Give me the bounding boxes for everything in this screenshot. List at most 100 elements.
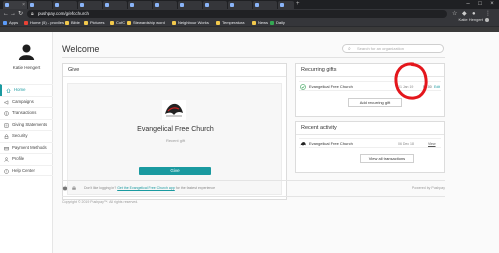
view-all-transactions-button[interactable]: View all transactions <box>360 154 414 163</box>
megaphone-icon <box>4 99 9 105</box>
apps-icon <box>3 20 7 25</box>
edit-recurring-link[interactable]: Edit <box>434 84 440 90</box>
give-card-title: Give <box>68 67 80 73</box>
document-icon <box>4 123 9 127</box>
browser-tab[interactable] <box>128 1 152 9</box>
close-icon[interactable]: × <box>22 2 25 8</box>
divider <box>62 180 445 181</box>
forward-icon[interactable]: → <box>10 10 16 18</box>
sidebar-item-giving-statements[interactable]: Giving Statements <box>0 118 53 131</box>
sidebar-item-security[interactable]: Security <box>0 130 53 142</box>
sidebar-item-label: Giving Statements <box>12 121 48 127</box>
activity-card-title: Recent activity <box>301 125 337 131</box>
main-content: Welcome ⌕ Search for an organization Giv… <box>53 32 499 253</box>
tab-favicon <box>30 3 34 7</box>
bookmark-item[interactable]: CofC <box>110 20 125 26</box>
bookmark-favicon-icon <box>24 20 28 25</box>
list-item[interactable]: Evangelical Free Church 06 Dec 18 View <box>299 138 441 148</box>
minimize-icon[interactable]: – <box>462 0 474 9</box>
lock-icon <box>4 134 9 139</box>
bookmark-item[interactable]: Daily <box>270 20 285 26</box>
bookmark-item[interactable]: Pictures <box>84 20 104 26</box>
sidebar-item-transactions[interactable]: $ Transactions <box>0 107 53 119</box>
profile-avatar-icon <box>18 44 35 60</box>
bookmark-item[interactable]: Bible <box>65 20 80 26</box>
reload-icon[interactable]: ↻ <box>18 10 23 18</box>
bookmark-item[interactable]: Temperatura <box>216 20 244 26</box>
search-placeholder: Search for an organization <box>357 46 404 51</box>
avatar <box>485 17 489 22</box>
lock-icon: 🔒︎ <box>31 11 34 17</box>
star-icon[interactable]: ☆ <box>452 10 457 18</box>
tab-favicon <box>130 3 134 7</box>
sidebar-item-help-center[interactable]: ? Help Center <box>0 164 53 176</box>
search-icon: ⌕ <box>348 46 351 52</box>
address-bar[interactable]: 🔒︎ pushpay.com/g/efcchurch <box>27 10 447 18</box>
browser-tab[interactable] <box>253 1 277 9</box>
dollar-icon: $ <box>4 111 9 116</box>
bookmark-item[interactable]: Neighbour Works <box>172 20 209 26</box>
browser-tab[interactable] <box>28 1 52 9</box>
sidebar-item-label: Campaigns <box>12 98 34 104</box>
bookmark-apps[interactable]: Apps <box>3 20 18 26</box>
folder-icon <box>84 20 88 25</box>
new-tab-icon[interactable]: + <box>296 1 300 8</box>
address-url[interactable]: pushpay.com/g/efcchurch <box>38 11 89 17</box>
sidebar-item-campaigns[interactable]: Campaigns <box>0 95 53 108</box>
tab-favicon <box>205 3 209 7</box>
tab-favicon <box>280 3 284 7</box>
divider <box>63 76 286 77</box>
apple-icon[interactable] <box>62 185 68 191</box>
window-close-icon[interactable]: × <box>486 0 498 9</box>
tab-favicon <box>255 3 259 7</box>
browser-tab[interactable] <box>78 1 102 9</box>
android-icon[interactable] <box>71 185 77 191</box>
browser-tab-active[interactable]: × <box>3 1 27 9</box>
folder-icon <box>65 20 69 25</box>
bookmark-item[interactable]: Home (5) - proviles <box>24 20 64 26</box>
sidebar-item-label: Payment Methods <box>12 144 47 150</box>
give-button[interactable]: Give <box>139 167 211 175</box>
tab-favicon <box>80 3 84 7</box>
recent-gift-label: Recent gift <box>165 138 186 143</box>
header-user-menu[interactable]: Katie Hengert <box>459 17 489 22</box>
person-icon <box>4 157 9 162</box>
activity-date: 06 Dec 18 <box>398 142 414 146</box>
recurring-church-name: Evangelical Free Church <box>309 84 353 89</box>
svg-text:?: ? <box>6 169 8 173</box>
bookmark-item[interactable]: Stewardship word <box>127 20 165 26</box>
tab-favicon <box>5 3 9 7</box>
back-icon[interactable]: ← <box>3 10 9 18</box>
folder-icon <box>252 20 256 25</box>
browser-tab[interactable] <box>153 1 177 9</box>
sidebar-item-payment-methods[interactable]: Payment Methods <box>0 141 53 154</box>
browser-tab[interactable] <box>203 1 227 9</box>
sidebar-item-label: Home <box>14 87 26 92</box>
browser-tab[interactable] <box>103 1 127 9</box>
church-logo-icon <box>300 142 306 146</box>
recent-activity-card: Recent activity Evangelical Free Church … <box>295 121 445 173</box>
copyright: Copyright © 2019 Pushpay™. All rights re… <box>62 200 139 204</box>
sidebar-item-profile[interactable]: Profile <box>0 153 53 165</box>
folder-icon <box>270 20 274 25</box>
folder-icon <box>110 20 114 25</box>
sidebar-nav: Home Campaigns $ Transactions Giving Sta… <box>0 84 53 176</box>
maximize-icon[interactable]: □ <box>474 0 486 9</box>
church-logo-icon <box>162 100 186 120</box>
church-name: Evangelical Free Church <box>137 126 214 133</box>
browser-tab[interactable] <box>228 1 252 9</box>
get-app-link[interactable]: Get the Evangelical Free Church app <box>117 186 175 190</box>
tab-favicon <box>230 3 234 7</box>
sidebar-item-home[interactable]: Home <box>0 84 53 96</box>
card-icon <box>4 146 9 150</box>
search-input[interactable]: ⌕ Search for an organization <box>342 44 444 53</box>
home-icon <box>6 88 11 93</box>
browser-tab[interactable] <box>178 1 202 9</box>
bookmark-item[interactable]: News <box>252 20 268 26</box>
annotation-circle <box>394 62 428 100</box>
browser-tab[interactable] <box>53 1 77 9</box>
bookmarks-bar: Apps Home (5) - proviles Bible Pictures … <box>0 19 499 27</box>
browser-tab[interactable] <box>278 1 294 9</box>
profile-name: Katie Hengert <box>12 65 41 70</box>
view-transaction-link[interactable]: View <box>428 141 436 147</box>
